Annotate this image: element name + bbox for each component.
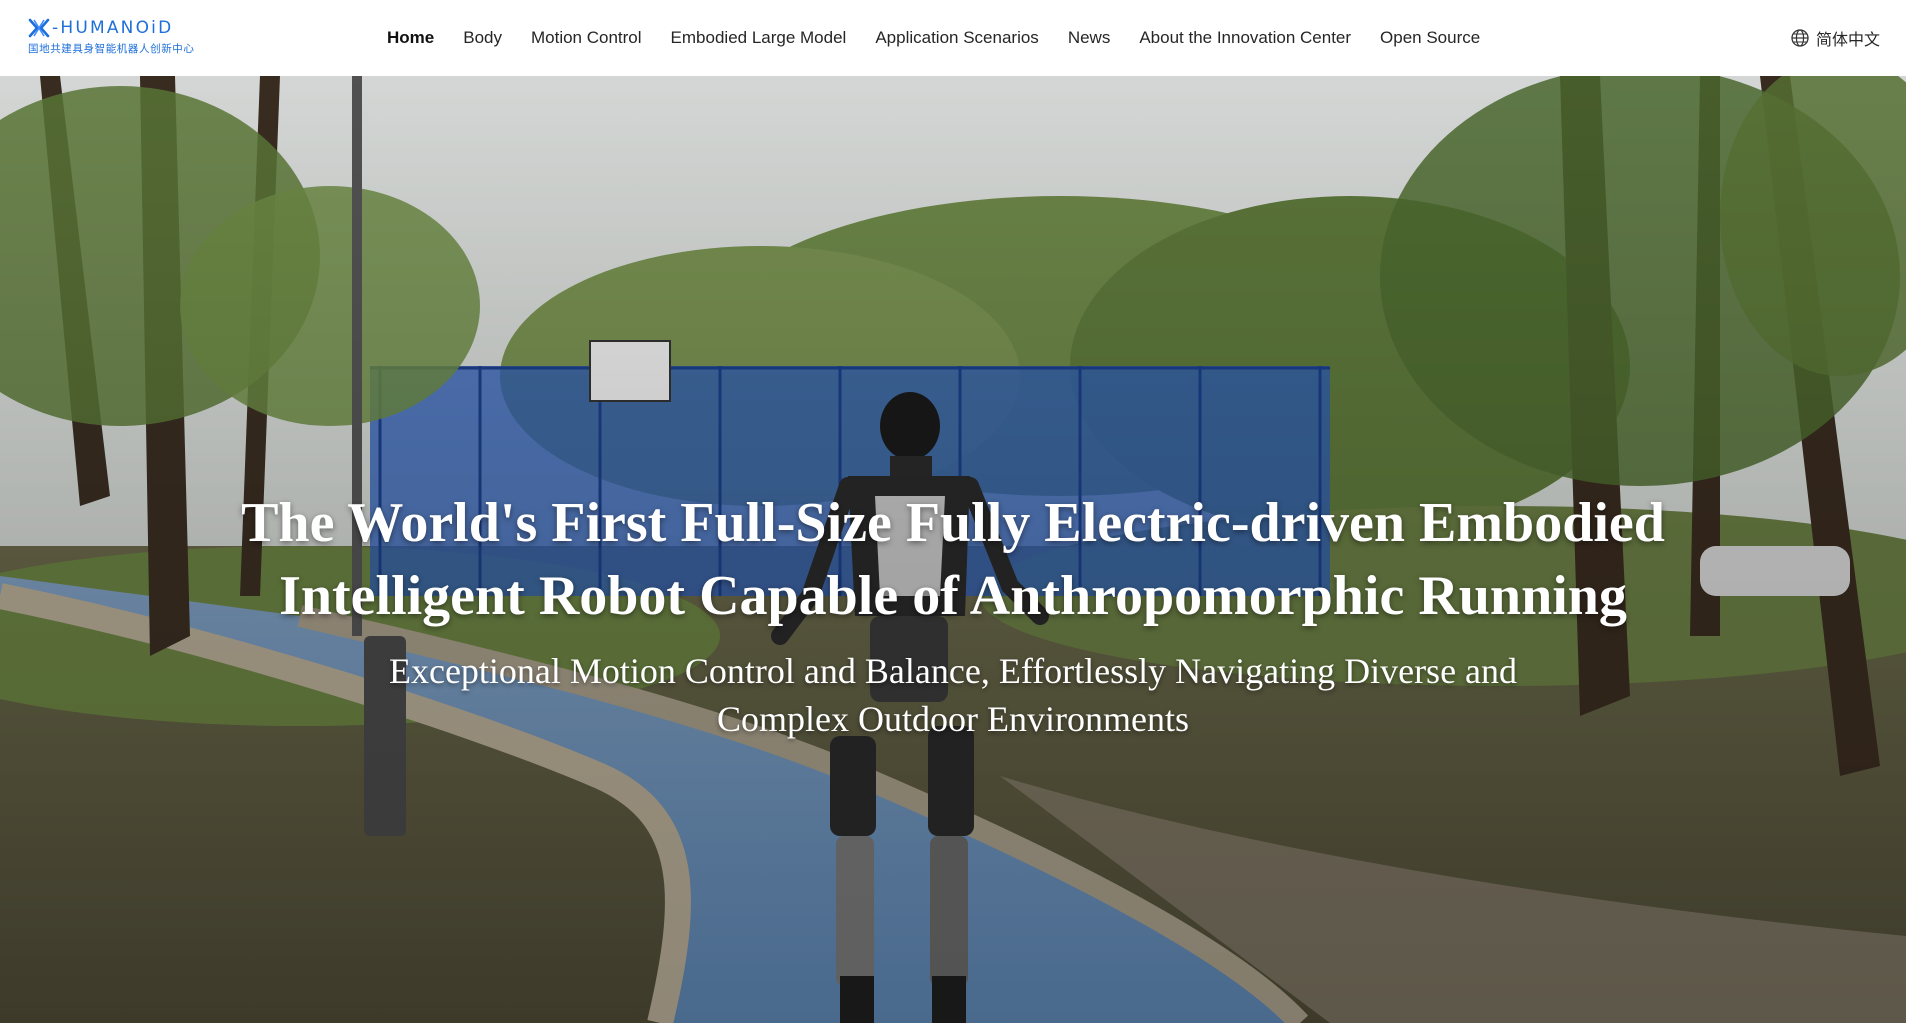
humanoid-logo-icon <box>28 18 50 38</box>
nav-item-about-innovation-center[interactable]: About the Innovation Center <box>1139 28 1351 48</box>
language-switcher[interactable]: 简体中文 <box>1790 0 1880 76</box>
hero-title: The World's First Full-Size Fully Electr… <box>0 487 1906 633</box>
nav-item-embodied-large-model[interactable]: Embodied Large Model <box>671 28 847 48</box>
site-header: -HUMANOiD 国地共建具身智能机器人创新中心 Home Body Moti… <box>0 0 1906 76</box>
hero-subtitle-line-2: Complex Outdoor Environments <box>717 699 1189 739</box>
hero-banner: The World's First Full-Size Fully Electr… <box>0 76 1906 1023</box>
logo-wordmark: -HUMANOiD <box>52 18 174 38</box>
nav-item-application-scenarios[interactable]: Application Scenarios <box>875 28 1038 48</box>
hero-subtitle-line-1: Exceptional Motion Control and Balance, … <box>388 651 1518 691</box>
nav-item-motion-control[interactable]: Motion Control <box>531 28 642 48</box>
globe-icon <box>1791 29 1809 47</box>
nav-item-home[interactable]: Home <box>387 28 434 48</box>
hero-subtitle: Exceptional Motion Control and Balance, … <box>0 647 1906 743</box>
logo-subtitle: 国地共建具身智能机器人创新中心 <box>28 43 195 55</box>
hero-title-line-1: The World's First Full-Size Fully Electr… <box>241 492 1665 554</box>
nav-item-news[interactable]: News <box>1068 28 1111 48</box>
language-label: 简体中文 <box>1815 30 1880 49</box>
nav-item-body[interactable]: Body <box>463 28 502 48</box>
nav-item-open-source[interactable]: Open Source <box>1380 28 1480 48</box>
hero-title-line-2: Intelligent Robot Capable of Anthropomor… <box>279 565 1627 627</box>
site-logo[interactable]: -HUMANOiD 国地共建具身智能机器人创新中心 <box>28 17 224 55</box>
main-nav: Home Body Motion Control Embodied Large … <box>387 0 1480 76</box>
